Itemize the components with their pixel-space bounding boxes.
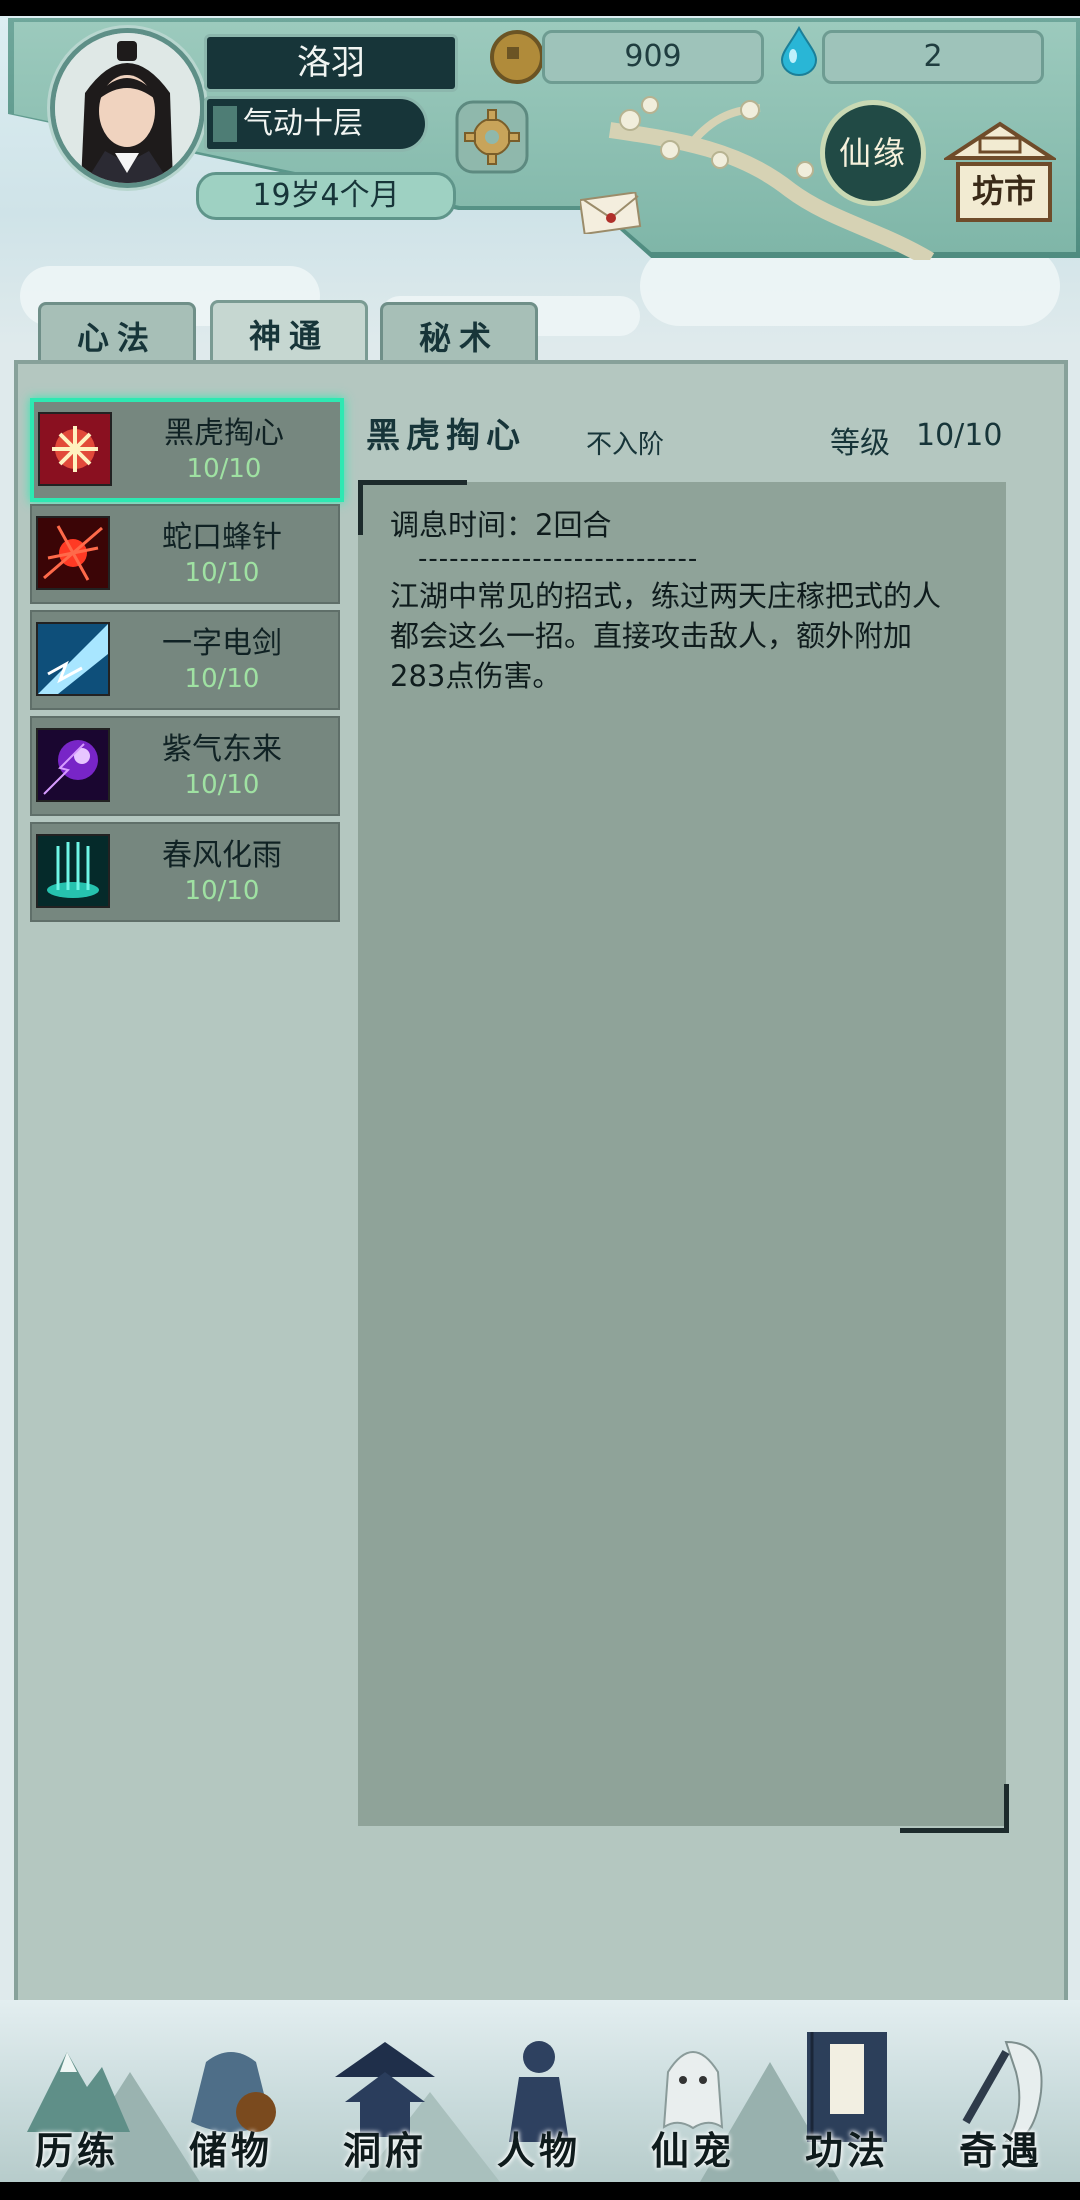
skill-level: 10/10 [184, 664, 260, 694]
player-name: 洛羽 [204, 34, 458, 92]
skill-name: 紫气东来 [162, 732, 282, 767]
red-sting-icon [36, 516, 110, 590]
skill-name: 蛇口蜂针 [162, 520, 282, 555]
lightning-sword-icon [36, 622, 110, 696]
nav-chuwu[interactable]: 储物 [156, 2024, 306, 2184]
skill-item-yizi[interactable]: 一字电剑 10/10 [30, 610, 340, 710]
coin-count: 909 [542, 30, 764, 84]
nav-dongfu[interactable]: 洞府 [310, 2024, 460, 2184]
detail-level-label: 等级 [830, 426, 890, 461]
player-age: 19岁4个月 [196, 172, 456, 220]
realm-progress-bar [213, 106, 237, 142]
nav-xianchong[interactable]: 仙宠 [618, 2024, 768, 2184]
nav-label: 人物 [496, 2128, 581, 2173]
pavilion-roof-icon [941, 121, 1059, 160]
nav-label: 历练 [34, 2128, 119, 2173]
skill-level: 10/10 [186, 454, 262, 484]
nav-lilian[interactable]: 历练 [2, 2024, 152, 2184]
tiger-claw-icon [38, 412, 112, 486]
avatar-portrait-icon [55, 33, 200, 183]
spirit-stone-icon [780, 26, 818, 76]
corner-ornament [900, 1784, 1009, 1833]
copper-coin-icon [490, 30, 544, 84]
nav-qiyu[interactable]: 奇遇 [926, 2024, 1076, 2184]
skill-name: 黑虎掏心 [164, 416, 284, 451]
tab-xinfa[interactable]: 心法 [38, 302, 196, 365]
avatar[interactable] [50, 28, 205, 188]
skill-level: 10/10 [184, 770, 260, 800]
nav-label: 洞府 [342, 2128, 427, 2173]
system-nav-bar [0, 2182, 1080, 2200]
skill-name: 一字电剑 [162, 626, 282, 661]
nav-label: 储物 [188, 2128, 273, 2173]
nav-renwu[interactable]: 人物 [464, 2024, 614, 2184]
skill-name: 春风化雨 [162, 838, 282, 873]
purple-qi-icon [36, 728, 110, 802]
market-label: 坊市 [956, 162, 1052, 222]
cooldown-text: 调息时间：2回合 [390, 508, 612, 542]
mail-icon[interactable] [580, 192, 642, 234]
skill-level: 10/10 [184, 876, 260, 906]
status-bar [0, 0, 1080, 16]
detail-grade: 不入阶 [586, 430, 665, 460]
tab-shentong[interactable]: 神通 [210, 300, 368, 369]
skill-level: 10/10 [184, 558, 260, 588]
nav-label: 功法 [804, 2128, 889, 2173]
tab-mishu[interactable]: 秘术 [380, 302, 538, 365]
separator-line: --------------------------- [418, 544, 699, 574]
skill-item-ziqi[interactable]: 紫气东来 10/10 [30, 716, 340, 816]
skill-item-heihu[interactable]: 黑虎掏心 10/10 [30, 398, 344, 502]
market-button[interactable]: 坊市 [941, 118, 1059, 226]
realm-text: 气动十层 [243, 106, 363, 141]
skill-description: 江湖中常见的招式，练过两天庄稼把式的人都会这么一招。直接攻击敌人，额外附加283… [390, 579, 942, 693]
detail-title: 黑虎掏心 [366, 416, 526, 456]
skill-item-shekou[interactable]: 蛇口蜂针 10/10 [30, 504, 340, 604]
xianyuan-button[interactable]: 仙缘 [820, 100, 926, 206]
spirit-stone-count: 2 [822, 30, 1044, 84]
nav-label: 奇遇 [958, 2128, 1043, 2173]
detail-level-value: 10/10 [916, 418, 1003, 453]
nav-label: 仙宠 [650, 2128, 735, 2173]
realm-label: 气动十层 [204, 96, 428, 152]
nav-gongfa[interactable]: 功法 [772, 2024, 922, 2184]
settings-gear-icon[interactable] [455, 100, 529, 174]
skill-item-chunfeng[interactable]: 春风化雨 10/10 [30, 822, 340, 922]
spring-rain-icon [36, 834, 110, 908]
